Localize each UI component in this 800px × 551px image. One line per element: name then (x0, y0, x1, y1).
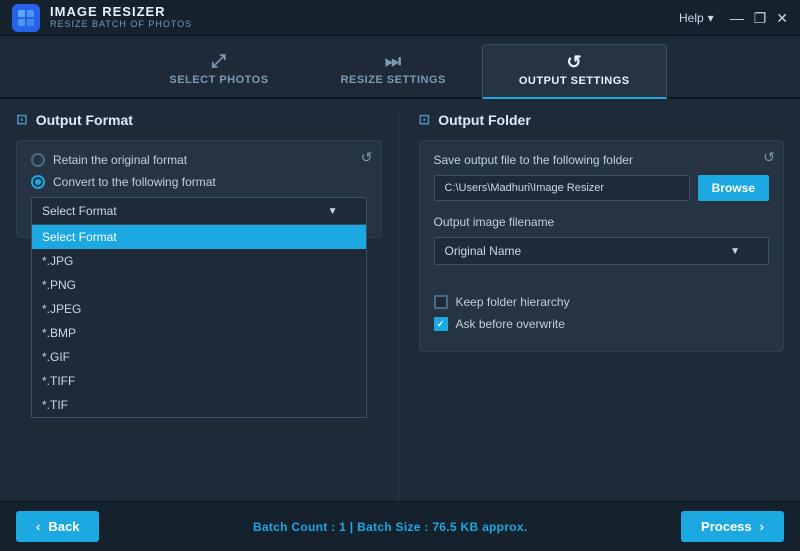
ask-overwrite-label: Ask before overwrite (456, 317, 565, 331)
output-format-reset-button[interactable]: ↺ (361, 149, 373, 166)
format-option-bmp[interactable]: *.BMP (32, 321, 366, 345)
format-option-gif[interactable]: *.GIF (32, 345, 366, 369)
back-button[interactable]: ‹ Back (16, 511, 99, 542)
tab-select-photos-label: SELECT PHOTOS (169, 74, 268, 86)
left-panel: ⊡ Output Format ↺ Retain the original fo… (16, 111, 399, 517)
filename-dropdown-value: Original Name (445, 244, 522, 258)
restore-button[interactable]: ❐ (754, 11, 767, 25)
tab-output-settings-label: OUTPUT SETTINGS (519, 75, 630, 87)
output-format-label: Output Format (36, 112, 133, 128)
tab-output-settings[interactable]: ↺ OUTPUT SETTINGS (482, 44, 667, 99)
window-controls: — ❐ ✕ (730, 11, 788, 25)
chevron-down-icon: ▾ (708, 11, 714, 25)
output-folder-reset-button[interactable]: ↺ (763, 149, 775, 166)
folder-row: Browse (434, 175, 770, 201)
title-bar: IMAGE RESIZER RESIZE BATCH OF PHOTOS Hel… (0, 0, 800, 36)
filename-dropdown-arrow: ▼ (730, 246, 740, 257)
output-folder-label: Output Folder (438, 112, 531, 128)
format-dropdown-container: Select Format ▼ Select Format *.JPG *.PN… (31, 197, 367, 225)
filename-label: Output image filename (434, 215, 770, 229)
output-folder-box: ↺ Save output file to the following fold… (419, 140, 785, 352)
batch-count-value: 1 (339, 520, 346, 534)
output-folder-title: ⊡ Output Folder (419, 111, 785, 128)
batch-info: Batch Count : 1 | Batch Size : 76.5 KB a… (253, 520, 528, 534)
format-option-jpg[interactable]: *.JPG (32, 249, 366, 273)
format-option-jpeg[interactable]: *.JPEG (32, 297, 366, 321)
tabs-area: ⤢ SELECT PHOTOS ⏭ RESIZE SETTINGS ↺ OUTP… (0, 36, 800, 99)
app-subtitle: RESIZE BATCH OF PHOTOS (50, 20, 192, 30)
folder-path-input[interactable] (434, 175, 690, 201)
convert-format-label: Convert to the following format (53, 175, 216, 189)
keep-hierarchy-row[interactable]: Keep folder hierarchy (434, 295, 770, 309)
save-folder-label: Save output file to the following folder (434, 153, 770, 167)
main-content: ⊡ Output Format ↺ Retain the original fo… (0, 99, 800, 529)
output-format-title: ⊡ Output Format (16, 111, 382, 128)
browse-button[interactable]: Browse (698, 175, 769, 201)
format-option-select[interactable]: Select Format (32, 225, 366, 249)
output-format-icon: ⊡ (16, 111, 28, 128)
back-arrow-icon: ‹ (36, 519, 40, 534)
close-button[interactable]: ✕ (776, 11, 788, 25)
ask-overwrite-row[interactable]: Ask before overwrite (434, 317, 770, 331)
retain-format-label: Retain the original format (53, 153, 187, 167)
batch-size-label: Batch Size : (357, 520, 429, 534)
bottom-bar: ‹ Back Batch Count : 1 | Batch Size : 76… (0, 501, 800, 551)
process-arrow-icon: › (760, 519, 764, 534)
app-name: IMAGE RESIZER (50, 5, 192, 19)
convert-format-option[interactable]: Convert to the following format (31, 175, 367, 189)
app-icon (12, 4, 40, 32)
keep-hierarchy-checkbox[interactable] (434, 295, 448, 309)
output-folder-icon: ⊡ (419, 111, 431, 128)
back-label: Back (48, 519, 79, 534)
retain-format-radio[interactable] (31, 153, 45, 167)
output-settings-icon: ↺ (566, 53, 582, 71)
batch-separator: | (350, 520, 357, 534)
format-dropdown-arrow: ▼ (328, 206, 338, 217)
format-dropdown-value: Select Format (42, 204, 117, 218)
title-bar-right: Help ▾ — ❐ ✕ (679, 11, 788, 25)
convert-format-radio[interactable] (31, 175, 45, 189)
batch-count-label: Batch Count : (253, 520, 336, 534)
resize-settings-icon: ⏭ (385, 52, 402, 70)
format-option-tif[interactable]: *.TIF (32, 393, 366, 417)
ask-overwrite-checkbox[interactable] (434, 317, 448, 331)
output-format-box: ↺ Retain the original format Convert to … (16, 140, 382, 238)
keep-hierarchy-label: Keep folder hierarchy (456, 295, 570, 309)
tab-resize-settings-label: RESIZE SETTINGS (341, 74, 446, 86)
process-label: Process (701, 519, 752, 534)
tab-resize-settings[interactable]: ⏭ RESIZE SETTINGS (305, 44, 482, 97)
process-button[interactable]: Process › (681, 511, 784, 542)
batch-size-value: 76.5 KB approx. (432, 520, 527, 534)
tab-select-photos[interactable]: ⤢ SELECT PHOTOS (133, 44, 304, 97)
format-option-tiff[interactable]: *.TIFF (32, 369, 366, 393)
format-option-png[interactable]: *.PNG (32, 273, 366, 297)
minimize-button[interactable]: — (730, 11, 744, 25)
filename-dropdown-container: Original Name ▼ (434, 237, 770, 265)
help-button[interactable]: Help ▾ (679, 11, 714, 25)
right-panel: ⊡ Output Folder ↺ Save output file to th… (399, 111, 785, 517)
retain-format-option[interactable]: Retain the original format (31, 153, 367, 167)
format-dropdown[interactable]: Select Format ▼ (31, 197, 367, 225)
title-bar-left: IMAGE RESIZER RESIZE BATCH OF PHOTOS (12, 4, 192, 32)
app-title: IMAGE RESIZER RESIZE BATCH OF PHOTOS (50, 5, 192, 29)
select-photos-icon: ⤢ (212, 52, 227, 70)
format-dropdown-list: Select Format *.JPG *.PNG *.JPEG *.BMP *… (31, 225, 367, 418)
filename-dropdown[interactable]: Original Name ▼ (434, 237, 770, 265)
